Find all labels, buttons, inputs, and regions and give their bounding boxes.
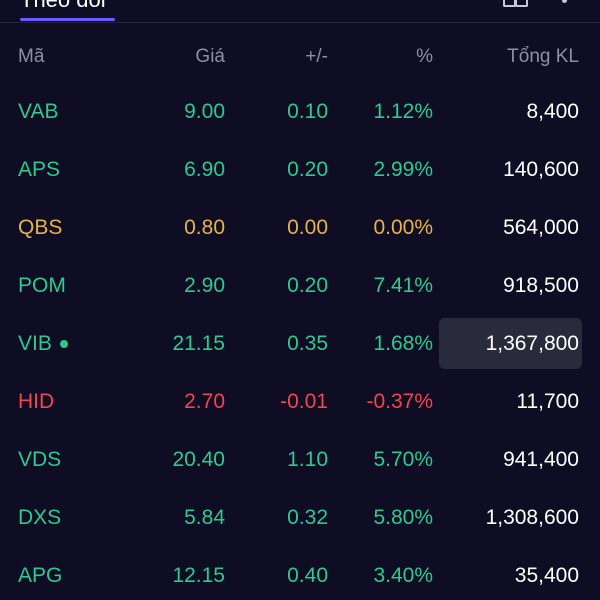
stock-change: 0.35 [287,332,328,355]
stock-code: QBS [18,216,63,239]
header-code[interactable]: Mã [18,40,44,74]
stock-volume: 35,400 [514,564,579,587]
stock-row[interactable]: VDS 20.40 1.10 5.70% 941,400 [0,431,600,489]
stock-percent: 5.80% [373,506,433,529]
stock-price: 6.90 [184,158,225,181]
stock-volume: 1,308,600 [485,506,579,529]
stock-percent: 2.99% [373,158,433,181]
stock-percent: 3.40% [373,564,433,587]
stock-price: 20.40 [172,448,225,471]
status-dot-icon [60,340,68,348]
stock-change: 0.32 [287,506,328,529]
stock-code: POM [18,274,66,297]
stock-row[interactable]: HID 2.70 -0.01 -0.37% 11,700 [0,373,600,431]
stock-volume: 941,400 [503,448,579,471]
stock-row[interactable]: QBS 0.80 0.00 0.00% 564,000 [0,199,600,257]
stock-code: APG [18,564,63,587]
header-change[interactable]: +/- [305,40,328,74]
tab-watchlist[interactable]: Theo dõi [20,0,106,12]
stock-volume: 140,600 [503,158,579,181]
stock-percent: -0.37% [366,390,433,413]
stock-change: -0.01 [280,390,328,413]
stock-row[interactable]: APG 12.15 0.40 3.40% 35,400 [0,547,600,600]
stock-change: 0.20 [287,274,328,297]
stock-change: 0.00 [287,216,328,239]
stock-volume: 564,000 [503,216,579,239]
stock-price: 12.15 [172,564,225,587]
stock-code: VIB [18,332,52,355]
stock-price: 2.70 [184,390,225,413]
header-volume[interactable]: Tổng KL [507,40,579,74]
stock-change: 0.40 [287,564,328,587]
stock-code: APS [18,158,61,181]
stock-change: 0.20 [287,158,328,181]
stock-volume: 918,500 [503,274,579,297]
stock-percent: 5.70% [373,448,433,471]
tab-active-indicator [20,18,115,21]
watchlist-screen: Theo dõi Mã Giá +/- % Tổng KL VAB 9.00 0.1… [0,0,600,600]
stock-code: VAB [18,100,59,123]
grid-view-icon[interactable] [503,0,528,8]
stock-volume: 11,700 [516,390,579,413]
stock-price: 9.00 [184,100,225,123]
stock-code: HID [18,390,55,413]
stock-percent: 1.68% [373,332,433,355]
stock-change: 0.10 [287,100,328,123]
stock-volume: 1,367,800 [485,332,579,355]
table-header: Mã Giá +/- % Tổng KL [0,40,600,74]
stock-percent: 7.41% [373,274,433,297]
tab-bar: Theo dõi [0,0,600,23]
header-price[interactable]: Giá [195,40,225,74]
stock-row[interactable]: VIB 21.15 0.35 1.68% 1,367,800 [0,315,600,373]
stock-percent: 0.00% [373,216,433,239]
more-vertical-icon[interactable] [562,0,568,6]
stock-price: 5.84 [184,506,225,529]
stock-percent: 1.12% [373,100,433,123]
header-percent[interactable]: % [416,40,433,74]
stock-row[interactable]: DXS 5.84 0.32 5.80% 1,308,600 [0,489,600,547]
stock-list: VAB 9.00 0.10 1.12% 8,400 APS 6.90 0.20 2.99% 140… [0,83,600,600]
stock-row[interactable]: VAB 9.00 0.10 1.12% 8,400 [0,83,600,141]
stock-price: 21.15 [172,332,225,355]
stock-code: DXS [18,506,62,529]
stock-volume: 8,400 [526,100,579,123]
stock-change: 1.10 [287,448,328,471]
stock-row[interactable]: POM 2.90 0.20 7.41% 918,500 [0,257,600,315]
stock-price: 0.80 [184,216,225,239]
stock-row[interactable]: APS 6.90 0.20 2.99% 140,600 [0,141,600,199]
stock-code: VDS [18,448,62,471]
stock-price: 2.90 [184,274,225,297]
